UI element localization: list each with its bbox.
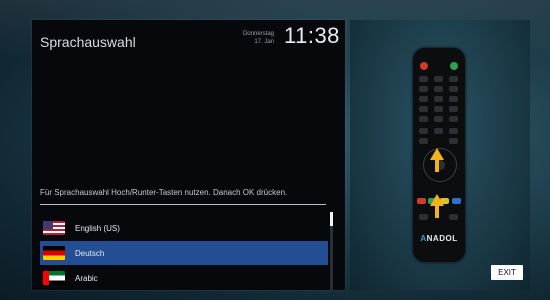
remote-control-illustration: ANADOL [413,48,465,262]
remote-key [419,128,428,134]
remote-key [419,86,428,92]
remote-key [434,86,443,92]
language-label: English (US) [75,223,120,233]
remote-key [419,138,428,144]
power-button-icon [420,62,428,70]
remote-brand-logo: ANADOL [420,234,458,243]
language-item-arabic[interactable]: Arabic [40,266,328,290]
language-label: Arabic [75,273,98,283]
remote-key [419,116,428,122]
language-label: Deutsch [75,248,105,258]
remote-key [449,96,458,102]
arrow-up-icon-2 [430,194,444,206]
remote-key [419,214,428,220]
remote-key [449,76,458,82]
exit-button[interactable]: EXIT [491,265,523,280]
green-button-icon [450,62,458,70]
remote-key [449,138,458,144]
remote-key [449,86,458,92]
date-date: 17. Jan [254,39,274,45]
remote-key [419,76,428,82]
date-day: Donnerstag [242,31,274,37]
remote-key [449,214,458,220]
remote-key [419,106,428,112]
remote-key [434,128,443,134]
remote-key [419,96,428,102]
remote-key [434,116,443,122]
remote-key [434,96,443,102]
arrow-up-shaft [435,160,439,172]
arrow-up-shaft-2 [435,206,439,218]
language-selection-panel: Sprachauswahl Donnerstag 17. Jan 11:38 F… [32,20,345,290]
red-key [417,198,426,204]
remote-key [449,106,458,112]
remote-key [449,116,458,122]
remote-key [449,128,458,134]
language-list: English (US) Deutsch Arabic [40,216,328,291]
instruction-text: Für Sprachauswahl Hoch/Runter-Tasten nut… [40,188,288,197]
language-item-deutsch[interactable]: Deutsch [40,241,328,265]
language-item-english[interactable]: English (US) [40,216,328,240]
remote-illustration-panel: ANADOL [350,20,530,290]
clock: 11:38 [284,23,340,48]
blue-key [452,198,461,204]
arrow-up-icon [430,148,444,160]
remote-key [434,76,443,82]
scrollbar[interactable] [330,212,333,290]
flag-ae-icon [43,271,65,285]
scrollbar-thumb[interactable] [330,212,333,226]
page-title: Sprachauswahl [40,34,136,50]
flag-de-icon [43,246,65,260]
date-display: Donnerstag 17. Jan [236,30,274,46]
flag-us-icon [43,221,65,235]
divider [40,204,326,205]
remote-key [434,106,443,112]
